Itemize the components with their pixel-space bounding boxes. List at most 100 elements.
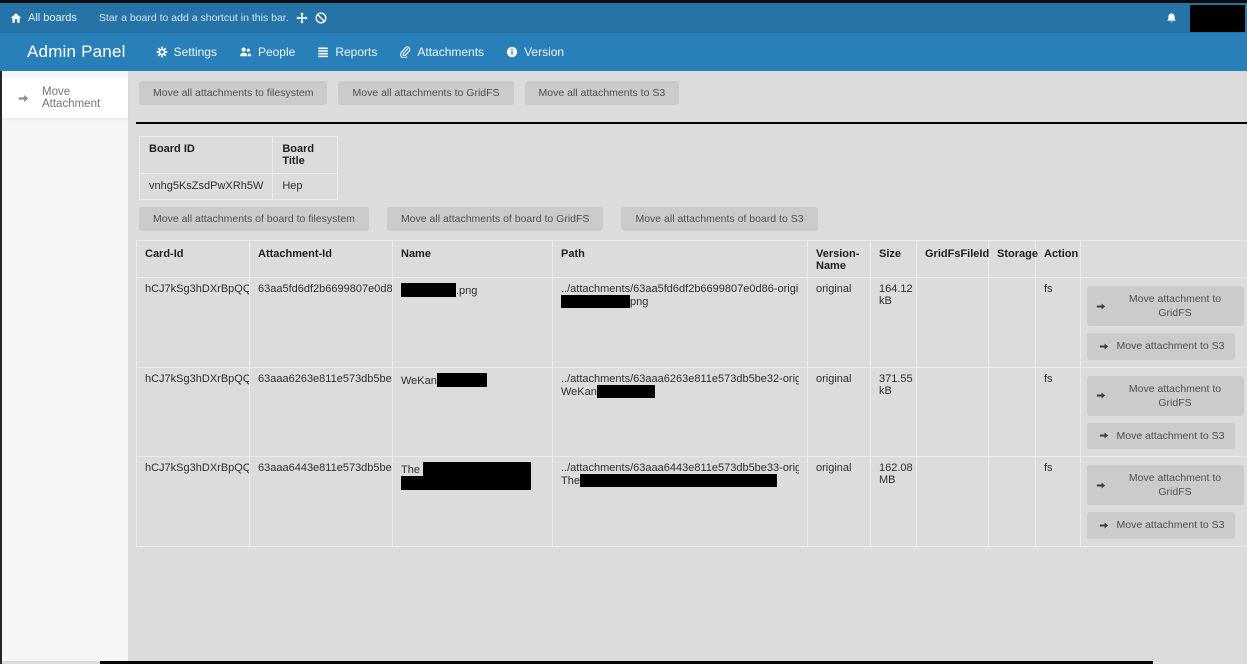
board-actions: Move all attachments of board to filesys…: [139, 207, 1247, 231]
move-attachment-to-gridfs-button[interactable]: Move attachment to GridFS: [1087, 286, 1244, 326]
cell-storage: [989, 367, 1036, 457]
cell-row-buttons: Move attachment to GridFS Move attachment…: [1081, 278, 1247, 368]
cell-storage: [989, 457, 1036, 547]
move-attachment-to-s3-button[interactable]: Move attachment to S3: [1087, 512, 1235, 538]
arrow-right-icon: [1098, 520, 1110, 531]
global-actions: Move all attachments to filesystem Move …: [139, 81, 1247, 105]
page-title: Admin Panel: [27, 42, 126, 62]
cell-name: .png: [393, 278, 553, 368]
attachment-id-header: Attachment-Id: [250, 241, 393, 278]
all-boards-label: All boards: [28, 12, 77, 24]
cell-action: fs: [1036, 457, 1081, 547]
card-id-header: Card-Id: [137, 241, 250, 278]
arrow-right-icon: [1095, 301, 1107, 312]
admin-header: Admin Panel Settings People Reports Atta…: [0, 33, 1247, 71]
cell-name: WeKan: [393, 367, 553, 457]
cell-attachment-id: 63aaa6443e811e573db5be33: [250, 457, 393, 547]
board-row: vnhg5KsZsdPwXRh5W Hep: [140, 174, 338, 200]
board-table: Board ID Board Title vnhg5KsZsdPwXRh5W H…: [139, 136, 338, 200]
cell-attachment-id: 63aa5fd6df2b6699807e0d86: [250, 278, 393, 368]
sidebar-item-label: Move Attachment: [42, 86, 128, 110]
tab-attachments[interactable]: Attachments: [399, 45, 484, 59]
star-board-hint: Star a board to add a shortcut in this b…: [99, 12, 289, 24]
move-all-to-s3-button[interactable]: Move all attachments to S3: [525, 81, 680, 105]
move-board-to-gridfs-button[interactable]: Move all attachments of board to GridFS: [387, 207, 604, 231]
cell-action: fs: [1036, 367, 1081, 457]
tab-reports[interactable]: Reports: [317, 45, 377, 59]
ban-icon[interactable]: [315, 12, 327, 24]
cell-storage: [989, 278, 1036, 368]
tab-version[interactable]: Version: [506, 45, 564, 59]
redacted-text: [437, 373, 487, 387]
cell-version-name: original: [808, 278, 871, 368]
redacted-text: [561, 295, 630, 308]
user-menu-redacted[interactable]: [1190, 5, 1245, 32]
attachments-table-body: hCJ7kSg3hDXrBpQQa63aa5fd6df2b6699807e0d8…: [137, 278, 1247, 547]
cell-path: ../attachments/63aa5fd6df2b6699807e0d86-…: [553, 278, 808, 368]
cell-size: 371.55 kB: [871, 367, 917, 457]
attachments-table: Card-Id Attachment-Id Name Path Version-…: [136, 240, 1247, 547]
arrow-right-icon: [1098, 430, 1110, 441]
cell-gridfs-file-id: [917, 457, 989, 547]
gridfsfileid-header: GridFsFileId: [917, 241, 989, 278]
bell-icon[interactable]: [1165, 12, 1178, 25]
move-board-to-s3-button[interactable]: Move all attachments of board to S3: [621, 207, 817, 231]
attachment-row: hCJ7kSg3hDXrBpQQa63aaa6263e811e573db5be3…: [137, 367, 1247, 457]
tab-settings[interactable]: Settings: [156, 45, 217, 59]
cell-row-buttons: Move attachment to GridFS Move attachment…: [1081, 367, 1247, 457]
paperclip-icon: [399, 46, 411, 58]
tab-attachments-label: Attachments: [417, 45, 484, 59]
move-all-to-filesystem-button[interactable]: Move all attachments to filesystem: [139, 81, 327, 105]
redacted-text: [580, 474, 777, 487]
cell-version-name: original: [808, 457, 871, 547]
board-id-cell: vnhg5KsZsdPwXRh5W: [140, 174, 273, 200]
board-title-cell: Hep: [273, 174, 338, 200]
all-boards-link[interactable]: All boards: [10, 12, 77, 24]
arrow-right-icon: [17, 92, 30, 105]
move-all-to-gridfs-button[interactable]: Move all attachments to GridFS: [338, 81, 513, 105]
gear-icon: [156, 46, 168, 58]
tab-reports-label: Reports: [335, 45, 377, 59]
storage-header: Storage: [989, 241, 1036, 278]
cell-attachment-id: 63aaa6263e811e573db5be32: [250, 367, 393, 457]
tab-people[interactable]: People: [239, 45, 295, 59]
cell-gridfs-file-id: [917, 367, 989, 457]
cell-gridfs-file-id: [917, 278, 989, 368]
move-attachment-to-s3-button[interactable]: Move attachment to S3: [1087, 423, 1235, 449]
cell-card-id: hCJ7kSg3hDXrBpQQa: [137, 278, 250, 368]
redacted-text: [597, 385, 655, 398]
window-left-edge: [0, 71, 2, 664]
board-id-header: Board ID: [140, 137, 273, 174]
arrow-right-icon: [1095, 480, 1107, 491]
cell-card-id: hCJ7kSg3hDXrBpQQa: [137, 367, 250, 457]
board-title-header: Board Title: [273, 137, 338, 174]
path-header: Path: [553, 241, 808, 278]
move-attachment-to-s3-button[interactable]: Move attachment to S3: [1087, 333, 1235, 359]
redacted-text: [401, 476, 531, 490]
cell-version-name: original: [808, 367, 871, 457]
name-header: Name: [393, 241, 553, 278]
cell-path: ../attachments/63aaa6443e811e573db5be33-…: [553, 457, 808, 547]
divider: [136, 122, 1247, 124]
move-icon[interactable]: [296, 12, 308, 24]
cell-action: fs: [1036, 278, 1081, 368]
attachments-header-row: Card-Id Attachment-Id Name Path Version-…: [137, 241, 1247, 278]
cell-card-id: hCJ7kSg3hDXrBpQQa: [137, 457, 250, 547]
tab-people-label: People: [258, 45, 295, 59]
people-icon: [239, 46, 252, 58]
redacted-text: [423, 462, 531, 476]
attachment-row: hCJ7kSg3hDXrBpQQa63aa5fd6df2b6699807e0d8…: [137, 278, 1247, 368]
move-attachment-to-gridfs-button[interactable]: Move attachment to GridFS: [1087, 376, 1244, 416]
buttons-header: [1081, 241, 1247, 278]
home-icon: [10, 12, 22, 24]
arrow-right-icon: [1098, 341, 1110, 352]
move-attachment-to-gridfs-button[interactable]: Move attachment to GridFS: [1087, 465, 1244, 505]
redacted-text: [401, 283, 456, 297]
sidebar-item-move-attachment[interactable]: Move Attachment: [0, 78, 128, 119]
cell-size: 164.12 kB: [871, 278, 917, 368]
admin-nav: Settings People Reports Attachments Vers…: [156, 45, 565, 59]
list-icon: [317, 46, 329, 58]
move-board-to-filesystem-button[interactable]: Move all attachments of board to filesys…: [139, 207, 369, 231]
version-name-header: Version-Name: [808, 241, 871, 278]
cell-size: 162.08 MB: [871, 457, 917, 547]
